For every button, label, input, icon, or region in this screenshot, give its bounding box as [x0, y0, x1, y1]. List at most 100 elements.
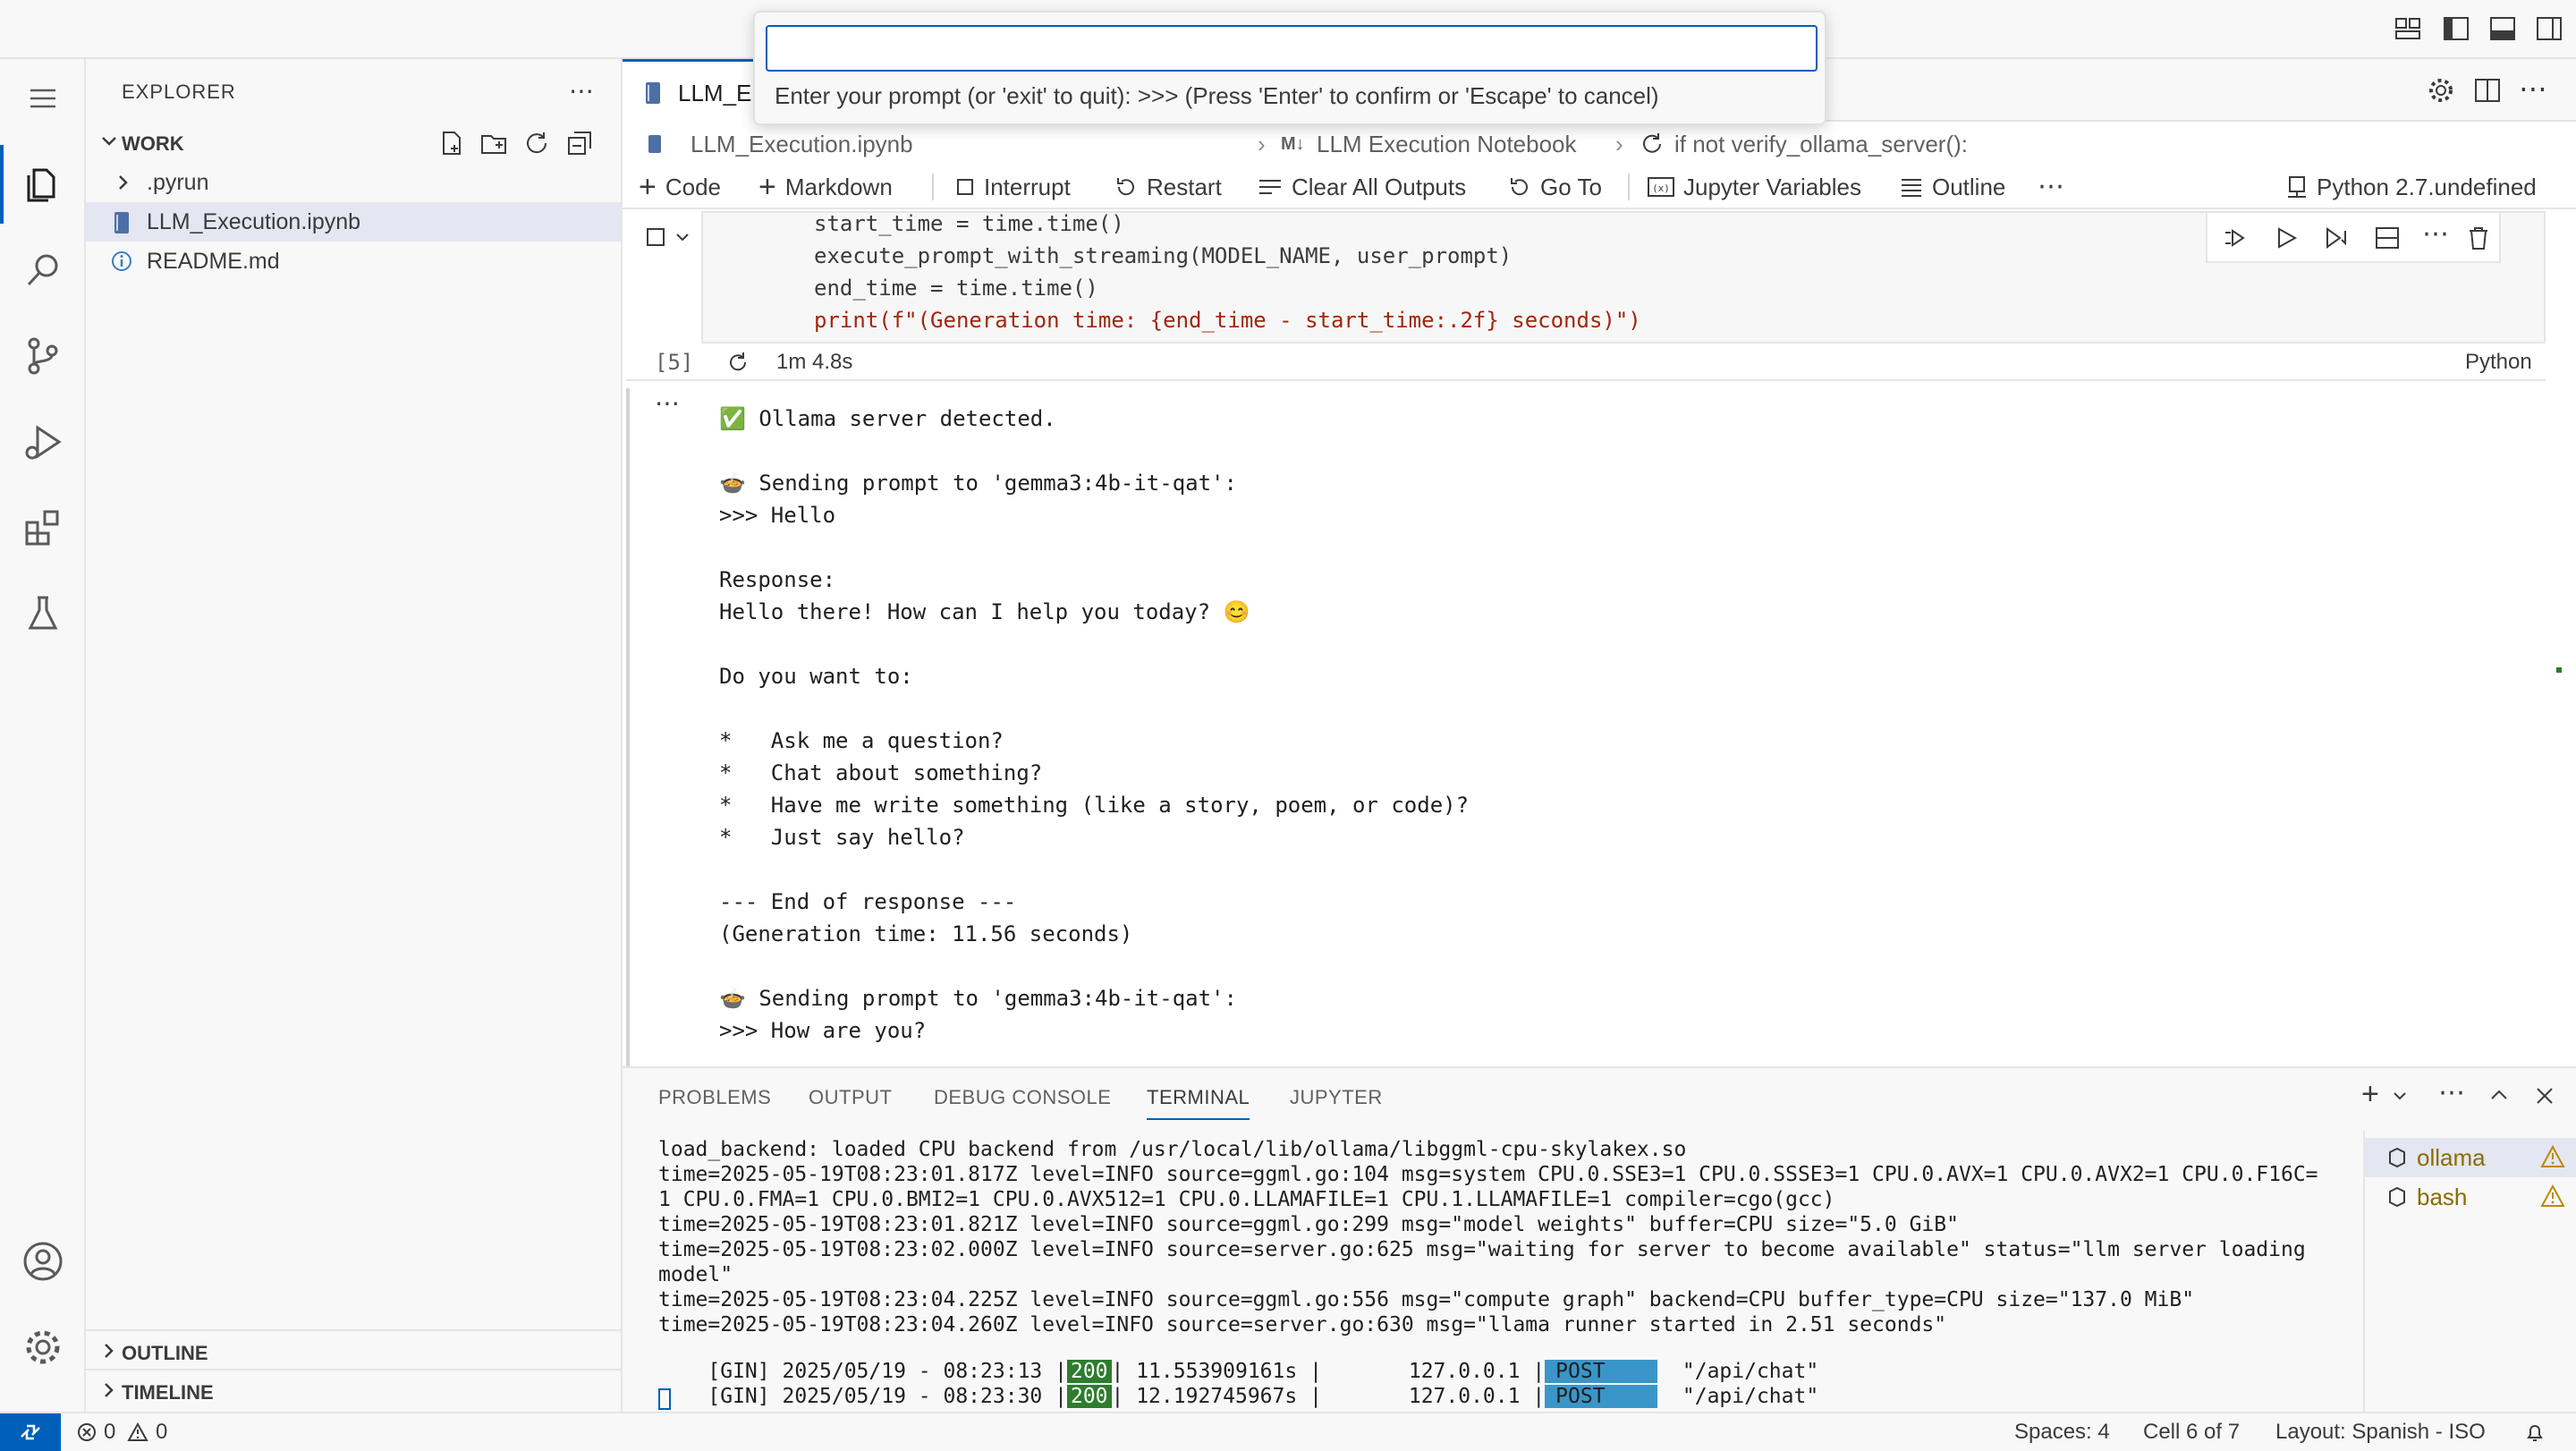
- remote-indicator[interactable]: [0, 1413, 61, 1451]
- terminal-line: time=2025-05-19T08:23:01.817Z level=INFO…: [658, 1163, 2318, 1186]
- run-debug-icon[interactable]: [21, 420, 64, 463]
- breadcrumb-symbol[interactable]: if not verify_ollama_server():: [1674, 123, 1968, 165]
- method-badge: POST: [1545, 1385, 1658, 1408]
- timeline-section-header[interactable]: TIMELINE: [86, 1369, 621, 1408]
- search-icon[interactable]: [21, 249, 64, 292]
- jupyter-variables-button[interactable]: (x) Jupyter Variables: [1648, 165, 1861, 209]
- new-folder-icon[interactable]: [479, 129, 508, 157]
- split-cell-icon[interactable]: [2374, 225, 2401, 250]
- variables-icon: (x): [1648, 176, 1674, 198]
- interrupt-button[interactable]: Interrupt: [955, 165, 1071, 209]
- settings-gear-icon[interactable]: [21, 1326, 64, 1369]
- breadcrumb-section[interactable]: LLM Execution Notebook: [1317, 123, 1577, 165]
- customize-layout-icon[interactable]: [2394, 14, 2422, 43]
- run-below-icon[interactable]: [2324, 225, 2351, 250]
- chevron-down-icon[interactable]: [674, 229, 691, 245]
- overview-ruler-marker: [2556, 667, 2562, 673]
- more-actions-icon[interactable]: ⋯: [569, 79, 594, 104]
- keyboard-layout-status[interactable]: Layout: Spanish - ISO: [2275, 1413, 2486, 1451]
- quick-input-dialog: Enter your prompt (or 'exit' to quit): >…: [753, 11, 1826, 125]
- tree-item-llm-execution-notebook[interactable]: LLM_Execution.ipynb: [86, 202, 621, 242]
- chevron-right-icon: [113, 168, 134, 197]
- more-actions-icon[interactable]: ⋯: [2438, 1077, 2465, 1108]
- chevron-right-icon: ›: [1615, 131, 1623, 157]
- split-editor-icon[interactable]: [2472, 75, 2503, 106]
- toggle-secondary-sidebar-icon[interactable]: [2535, 14, 2563, 43]
- output-line: * Just say hello?: [719, 825, 965, 850]
- notebook-toolbar: + Code + Markdown Interrupt Restart Clea…: [623, 165, 2576, 209]
- tab-jupyter[interactable]: JUPYTER: [1290, 1086, 1383, 1109]
- chevron-down-icon[interactable]: [2392, 1088, 2408, 1104]
- outline-label: OUTLINE: [122, 1342, 208, 1364]
- interrupt-label: Interrupt: [984, 174, 1071, 200]
- indentation-status[interactable]: Spaces: 4: [2014, 1413, 2110, 1451]
- cell-language[interactable]: Python: [2465, 344, 2532, 381]
- error-count[interactable]: 0: [104, 1413, 115, 1451]
- breadcrumb-file[interactable]: LLM_Execution.ipynb: [691, 123, 913, 165]
- toggle-panel-icon[interactable]: [2488, 14, 2517, 43]
- tree-item-readme[interactable]: README.md: [86, 242, 621, 281]
- warning-icon[interactable]: [127, 1422, 148, 1442]
- terminal-cursor: [658, 1388, 671, 1410]
- chevron-down-icon: [98, 127, 120, 156]
- warning-icon: [2540, 1145, 2565, 1168]
- more-actions-icon[interactable]: ⋯: [2038, 165, 2064, 209]
- markdown-icon: M↓: [1281, 134, 1305, 154]
- source-control-icon[interactable]: [21, 335, 64, 378]
- tab-output[interactable]: OUTPUT: [809, 1086, 892, 1109]
- close-panel-icon[interactable]: [2535, 1086, 2555, 1106]
- maximize-panel-chevron-up-icon[interactable]: [2488, 1086, 2510, 1104]
- warning-count[interactable]: 0: [156, 1413, 167, 1451]
- output-more-actions-icon[interactable]: ⋯: [655, 388, 680, 418]
- restart-button[interactable]: Restart: [1114, 165, 1222, 209]
- workspace-folder-header[interactable]: WORK: [86, 123, 621, 163]
- chevron-right-icon: [98, 1336, 120, 1365]
- menu-icon[interactable]: [21, 77, 64, 120]
- error-icon[interactable]: [77, 1422, 97, 1442]
- run-above-icon[interactable]: [2224, 225, 2250, 250]
- add-code-cell-button[interactable]: + Code: [639, 165, 721, 209]
- cell-checkbox-icon[interactable]: [646, 227, 665, 247]
- delete-trash-icon[interactable]: [2467, 225, 2490, 250]
- notebook-file-icon: [644, 81, 662, 105]
- terminal-line: time=2025-05-19T08:23:04.225Z level=INFO…: [658, 1288, 2195, 1311]
- settings-gear-icon[interactable]: [2426, 75, 2456, 106]
- kernel-picker[interactable]: Python 2.7.undefined: [2286, 165, 2537, 209]
- warning-icon: [2540, 1184, 2565, 1208]
- workspace-folder-name: WORK: [122, 132, 184, 155]
- tab-debug-console[interactable]: DEBUG CONSOLE: [934, 1086, 1111, 1109]
- cell-position-status[interactable]: Cell 6 of 7: [2143, 1413, 2240, 1451]
- tree-item-pyrun-folder[interactable]: .pyrun: [86, 163, 621, 202]
- outline-section-header[interactable]: OUTLINE: [86, 1329, 621, 1369]
- notifications-bell-icon[interactable]: [2524, 1422, 2546, 1444]
- tab-problems[interactable]: PROBLEMS: [658, 1086, 771, 1109]
- tab-label: LLM_E: [678, 80, 752, 106]
- code-cell[interactable]: start_time = time.time() execute_prompt_…: [626, 211, 2546, 381]
- terminal-line: model": [658, 1263, 733, 1286]
- outline-button[interactable]: Outline: [1900, 165, 2005, 209]
- terminal-line: time=2025-05-19T08:23:02.000Z level=INFO…: [658, 1238, 2306, 1261]
- output-line: * Have me write something (like a story,…: [719, 793, 1470, 818]
- prompt-input[interactable]: [766, 25, 1818, 72]
- new-terminal-plus-icon[interactable]: +: [2361, 1077, 2379, 1112]
- info-icon: [111, 250, 132, 272]
- run-cell-icon[interactable]: [2274, 225, 2301, 250]
- terminal-item-bash[interactable]: bash: [2365, 1177, 2576, 1217]
- toggle-sidebar-icon[interactable]: [2442, 14, 2470, 43]
- refresh-icon[interactable]: [522, 129, 551, 157]
- clear-all-outputs-button[interactable]: Clear All Outputs: [1258, 165, 1466, 209]
- add-markdown-cell-button[interactable]: + Markdown: [758, 165, 893, 209]
- account-icon[interactable]: [21, 1240, 64, 1283]
- new-file-icon[interactable]: [436, 129, 465, 157]
- extensions-icon[interactable]: [21, 506, 64, 549]
- collapse-all-icon[interactable]: [565, 129, 594, 157]
- terminal-item-ollama[interactable]: ollama: [2365, 1138, 2576, 1177]
- explorer-icon[interactable]: [0, 145, 64, 224]
- more-actions-icon[interactable]: ⋯: [2422, 218, 2449, 250]
- more-actions-icon[interactable]: ⋯: [2519, 72, 2547, 106]
- code-line: start_time = time.time(): [814, 211, 1124, 236]
- go-to-button[interactable]: Go To: [1508, 165, 1602, 209]
- terminal-name: bash: [2417, 1184, 2468, 1210]
- testing-icon[interactable]: [21, 592, 64, 635]
- tab-terminal[interactable]: TERMINAL: [1147, 1086, 1250, 1120]
